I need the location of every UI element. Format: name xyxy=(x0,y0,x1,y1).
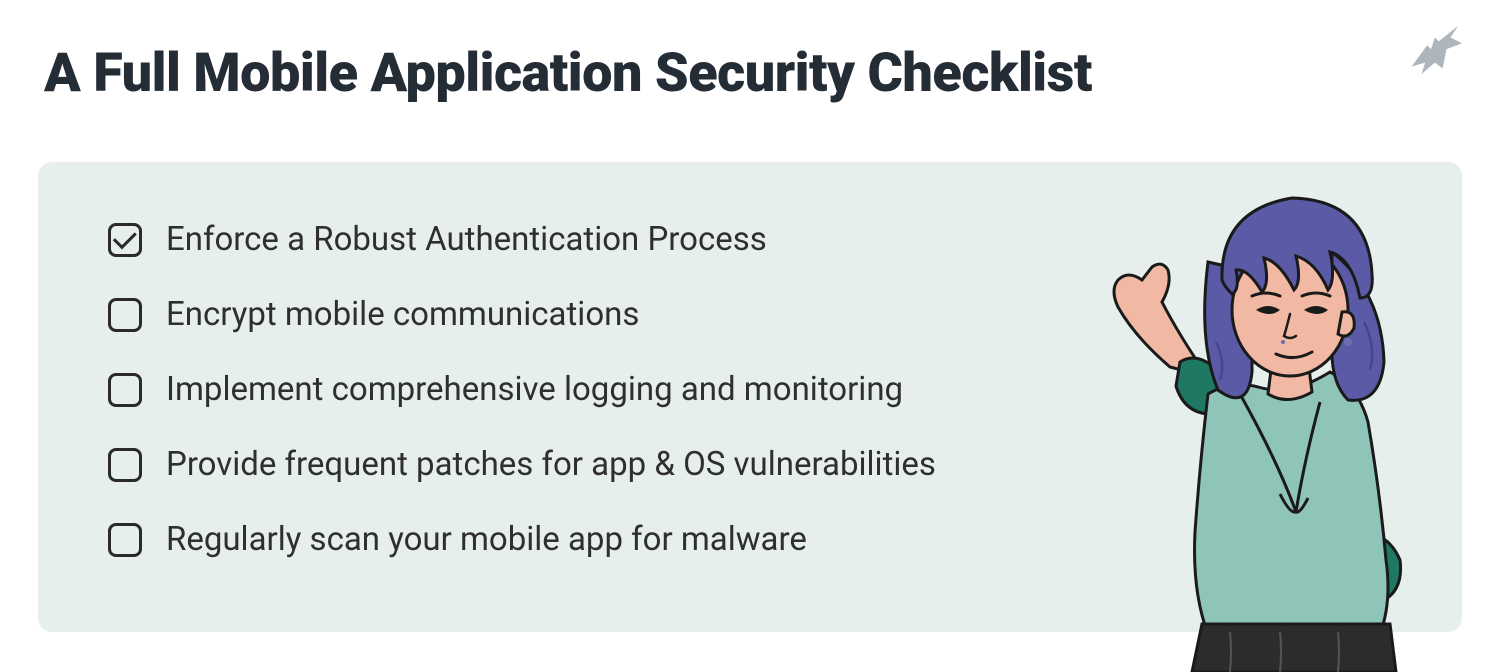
checklist-item-label: Regularly scan your mobile app for malwa… xyxy=(166,520,807,559)
checkbox-icon[interactable] xyxy=(108,223,142,257)
checklist-item-label: Provide frequent patches for app & OS vu… xyxy=(166,445,936,484)
checklist-item-label: Implement comprehensive logging and moni… xyxy=(166,370,903,409)
checklist-item-label: Enforce a Robust Authentication Process xyxy=(166,220,767,259)
checkbox-icon[interactable] xyxy=(108,298,142,332)
checkbox-icon[interactable] xyxy=(108,448,142,482)
page-title: A Full Mobile Application Security Check… xyxy=(44,42,1092,105)
checkbox-icon[interactable] xyxy=(108,523,142,557)
person-pointing-illustration xyxy=(1080,162,1440,672)
checklist-item-label: Encrypt mobile communications xyxy=(166,295,639,334)
checkbox-icon[interactable] xyxy=(108,373,142,407)
bird-logo-icon xyxy=(1392,20,1470,82)
